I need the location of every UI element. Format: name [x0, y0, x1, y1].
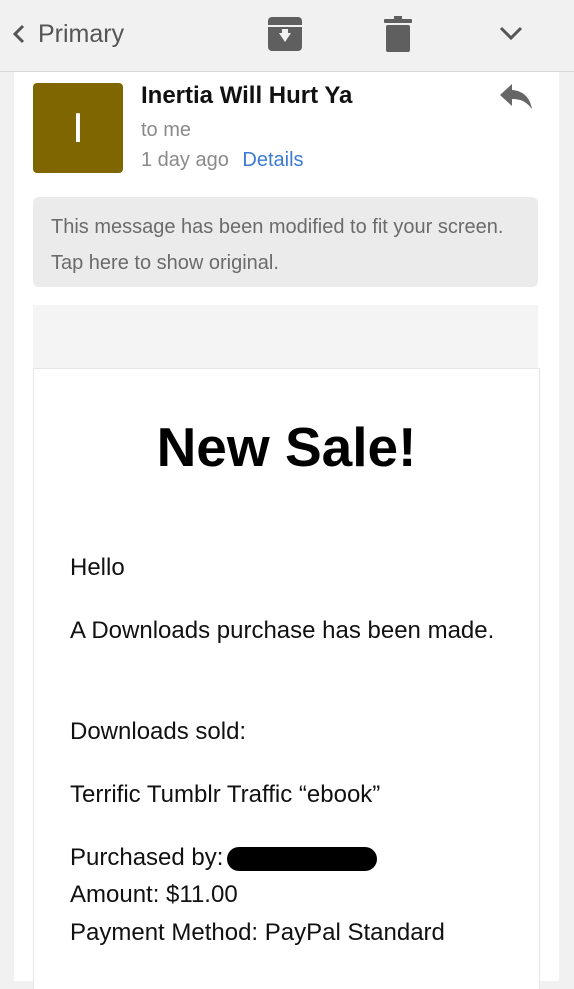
- modified-notice[interactable]: This message has been modified to fit yo…: [33, 197, 538, 287]
- purchased-by-label: Purchased by:: [70, 844, 224, 871]
- product-name: Terrific Tumblr Traffic “ebook”: [70, 781, 381, 808]
- recipient-label: to me: [141, 119, 192, 141]
- back-button[interactable]: Primary: [8, 14, 124, 54]
- message-meta: 1 day ago Details: [141, 149, 304, 172]
- avatar: I: [33, 83, 123, 173]
- reply-button[interactable]: [498, 82, 534, 115]
- greeting: Hello: [70, 554, 125, 581]
- top-toolbar: Primary: [0, 0, 574, 72]
- email-content: New Sale! Hello A Downloads purchase has…: [33, 368, 540, 989]
- trash-icon: [384, 16, 412, 52]
- purchase-line: A Downloads purchase has been made.: [70, 617, 495, 644]
- timestamp: 1 day ago: [141, 149, 229, 171]
- archive-icon: [268, 17, 302, 51]
- amount-line: Amount: $11.00: [70, 881, 238, 908]
- email-view: I Inertia Will Hurt Ya to me 1 day ago D…: [14, 72, 559, 989]
- sender-name: Inertia Will Hurt Ya: [141, 82, 353, 109]
- back-label: Primary: [38, 19, 125, 48]
- chevron-left-icon: [12, 24, 25, 44]
- payment-method-line: Payment Method: PayPal Standard: [70, 919, 445, 946]
- archive-button[interactable]: [267, 16, 303, 57]
- purchased-by-line: Purchased by:: [70, 839, 500, 876]
- more-button[interactable]: [498, 24, 524, 47]
- downloads-label: Downloads sold:: [70, 718, 247, 745]
- delete-button[interactable]: [384, 16, 412, 57]
- reply-icon: [500, 84, 532, 109]
- sale-headline: New Sale!: [156, 416, 417, 478]
- redacted-block: [227, 846, 378, 871]
- chevron-down-icon: [499, 26, 523, 41]
- content-header-band: [33, 305, 538, 368]
- details-link[interactable]: Details: [242, 149, 303, 171]
